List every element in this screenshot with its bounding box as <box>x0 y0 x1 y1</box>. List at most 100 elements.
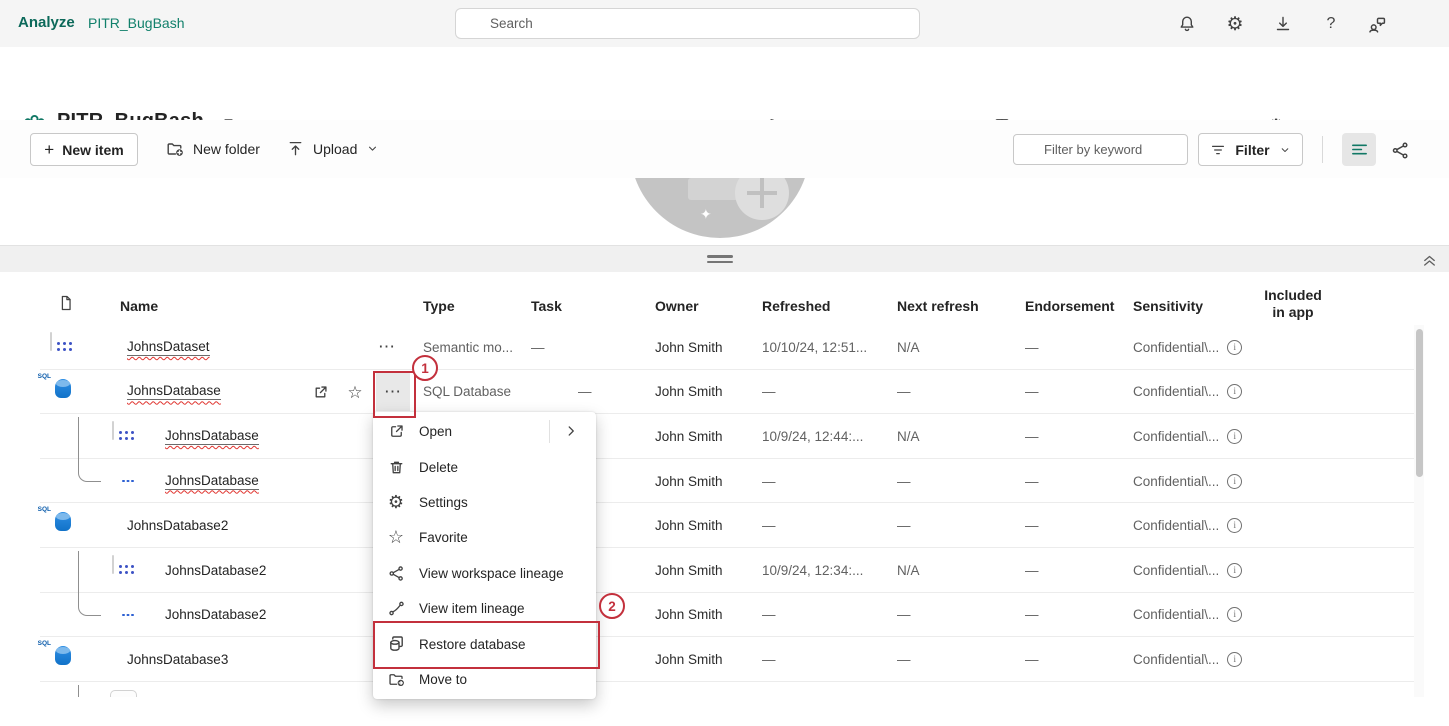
menu-item-label: Move to <box>419 671 468 687</box>
info-icon[interactable]: i <box>1227 651 1243 667</box>
item-name-link[interactable]: JohnsDatabase2 <box>165 563 266 578</box>
table-row: JohnsDataset ⋯ Semantic mo... — John Smi… <box>0 325 1449 370</box>
cell-owner: John Smith <box>655 339 723 355</box>
col-header-sensitivity[interactable]: Sensitivity <box>1133 298 1203 314</box>
cell-next-refresh: — <box>897 518 911 534</box>
workspace-lineage-icon <box>386 563 406 583</box>
item-name-link[interactable]: JohnsDatabase <box>165 428 259 445</box>
item-lineage-icon <box>386 599 406 619</box>
menu-item-favorite[interactable]: ☆ Favorite <box>373 520 596 555</box>
info-icon[interactable]: i <box>1227 339 1243 355</box>
item-name-link[interactable]: JohnsDatabase2 <box>165 607 266 622</box>
item-name-link[interactable]: JohnsDataset <box>127 339 210 356</box>
item-name-link[interactable]: JohnsDatabase3 <box>127 652 228 667</box>
cell-sensitivity: Confidential\... <box>1133 384 1220 400</box>
col-header-endorsement[interactable]: Endorsement <box>1025 298 1114 314</box>
info-icon[interactable]: i <box>1227 384 1243 400</box>
lineage-view-toggle[interactable] <box>1388 138 1412 162</box>
favorite-star-icon[interactable]: ☆ <box>343 381 367 405</box>
workspace-header: PITR_BugBash This workspace is for bug b… <box>0 47 1449 151</box>
col-header-included-in-app[interactable]: Included in app <box>1257 287 1329 321</box>
more-options-icon[interactable]: ⋯ <box>378 325 396 370</box>
semantic-model-icon <box>112 421 134 441</box>
new-item-button[interactable]: + New item <box>30 133 138 166</box>
col-header-type[interactable]: Type <box>423 298 455 314</box>
brand-analyze[interactable]: Analyze <box>18 14 75 31</box>
upload-button[interactable]: Upload <box>286 139 380 158</box>
col-header-next-refresh[interactable]: Next refresh <box>897 298 979 314</box>
feedback-icon[interactable] <box>1366 13 1388 35</box>
share-icon[interactable] <box>308 381 332 405</box>
new-folder-label: New folder <box>193 141 260 157</box>
settings-gear-icon[interactable]: ⚙ <box>1224 13 1246 35</box>
star-icon: ☆ <box>387 527 405 548</box>
item-name-link[interactable]: JohnsDatabase <box>127 383 221 401</box>
cell-refreshed: 10/10/24, 12:51... <box>762 339 868 355</box>
cell-owner: John Smith <box>655 607 723 623</box>
filter-keyword-input[interactable] <box>1013 134 1188 165</box>
breadcrumb-workspace[interactable]: PITR_BugBash <box>88 15 185 31</box>
menu-item-label: Delete <box>419 459 459 475</box>
move-to-folder-icon <box>386 669 406 689</box>
list-view-toggle[interactable] <box>1342 133 1376 166</box>
menu-item-label: Favorite <box>419 530 468 546</box>
cell-refreshed: — <box>762 473 776 489</box>
search-input[interactable] <box>455 8 920 39</box>
cell-owner: John Smith <box>655 518 723 534</box>
plus-icon: + <box>44 139 55 159</box>
cell-task: — <box>531 339 545 355</box>
item-name-link[interactable]: JohnsDatabase <box>165 473 259 490</box>
semantic-model-icon <box>110 690 137 697</box>
notifications-bell-icon[interactable] <box>1176 13 1198 35</box>
cell-next-refresh: — <box>897 384 911 400</box>
download-icon[interactable] <box>1272 13 1294 35</box>
cell-endorsement: — <box>1025 339 1039 355</box>
new-folder-button[interactable]: New folder <box>165 139 260 159</box>
item-name-link[interactable]: JohnsDatabase2 <box>127 518 228 533</box>
info-icon[interactable]: i <box>1227 518 1243 534</box>
chevron-down-icon <box>369 146 377 151</box>
menu-item-delete[interactable]: Delete <box>373 449 596 484</box>
collapse-double-chevron-icon[interactable] <box>1420 250 1440 270</box>
col-header-refreshed[interactable]: Refreshed <box>762 298 830 314</box>
tree-connector <box>78 417 101 482</box>
col-header-name[interactable]: Name <box>120 298 158 314</box>
info-icon[interactable]: i <box>1227 562 1243 578</box>
table-row <box>0 682 1449 726</box>
menu-item-settings[interactable]: ⚙ Settings <box>373 485 596 520</box>
cell-endorsement: — <box>1025 384 1039 400</box>
filter-icon <box>1212 145 1225 154</box>
drag-handle[interactable] <box>707 255 733 266</box>
filter-button[interactable]: Filter <box>1198 133 1303 166</box>
cell-next-refresh: — <box>897 607 911 623</box>
cell-refreshed: 10/9/24, 12:34:... <box>762 562 864 578</box>
open-icon <box>386 422 406 442</box>
info-icon[interactable]: i <box>1227 428 1243 444</box>
cell-refreshed: — <box>762 518 776 534</box>
cell-sensitivity: Confidential\... <box>1133 428 1220 444</box>
cell-endorsement: — <box>1025 473 1039 489</box>
menu-item-view-workspace-lineage[interactable]: View workspace lineage <box>373 556 596 591</box>
info-icon[interactable]: i <box>1227 473 1243 489</box>
table-row: SQL JohnsDatabase ☆ ⋯ SQL Database — Joh… <box>0 370 1449 415</box>
col-header-task[interactable]: Task <box>531 298 562 314</box>
items-table: JohnsDataset ⋯ Semantic mo... — John Smi… <box>0 325 1449 697</box>
cell-refreshed: 10/9/24, 12:44:... <box>762 428 864 444</box>
new-folder-icon <box>167 143 183 156</box>
cell-next-refresh: N/A <box>897 562 920 578</box>
chevron-down-icon <box>1281 147 1288 152</box>
menu-item-label: View item lineage <box>419 601 525 617</box>
empty-state-illustration: ✦ <box>0 178 1449 240</box>
upload-label: Upload <box>313 140 358 157</box>
scrollbar-thumb[interactable] <box>1416 329 1423 477</box>
help-icon[interactable]: ? <box>1320 13 1342 35</box>
col-header-owner[interactable]: Owner <box>655 298 699 314</box>
semantic-model-icon <box>50 332 72 351</box>
document-icon[interactable] <box>57 294 75 312</box>
cell-endorsement: — <box>1025 651 1039 667</box>
menu-item-open[interactable]: Open <box>373 414 596 449</box>
submenu-chevron-icon[interactable] <box>562 422 580 440</box>
cell-sensitivity: Confidential\... <box>1133 562 1220 578</box>
table-header: Name Type Task Owner Refreshed Next refr… <box>0 272 1449 326</box>
info-icon[interactable]: i <box>1227 607 1243 623</box>
